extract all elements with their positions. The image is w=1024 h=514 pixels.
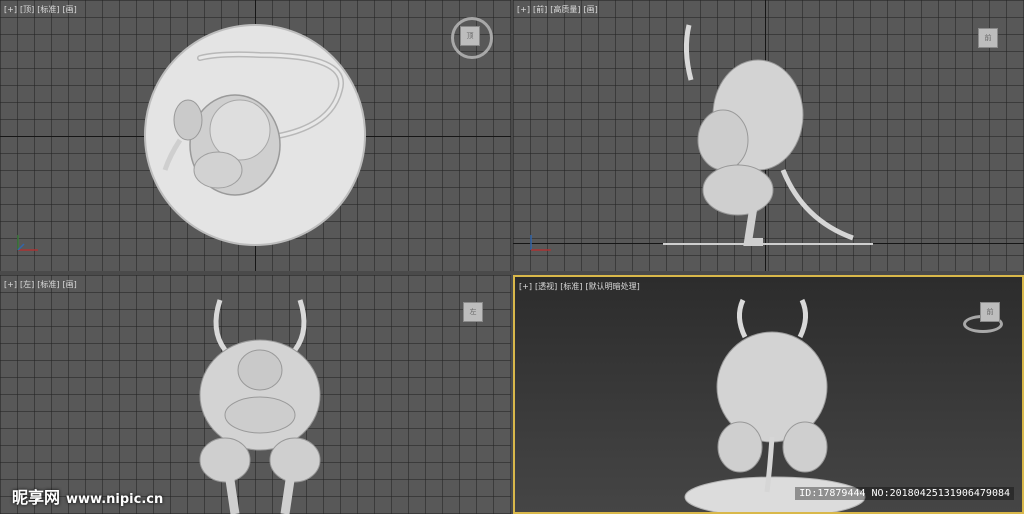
viewcube-icon[interactable]: 前 xyxy=(980,302,1000,322)
viewport-shading[interactable]: [默认明暗处理] xyxy=(585,282,639,291)
viewcube-label: 前 xyxy=(984,34,992,42)
viewport-menu-plus[interactable]: [+] xyxy=(4,5,17,14)
viewport-view-name[interactable]: [顶] xyxy=(20,5,34,14)
viewport-shading[interactable]: [画] xyxy=(62,280,76,289)
viewport-mode[interactable]: [高质量] xyxy=(550,5,580,14)
viewcube-icon[interactable]: 前 xyxy=(978,28,998,48)
model-front-view xyxy=(663,24,873,246)
viewport-mode[interactable]: [标准] xyxy=(37,280,59,289)
viewport-left-label[interactable]: [+] [左] [标准] [画] xyxy=(4,279,80,290)
viewport-mode[interactable]: [标准] xyxy=(560,282,582,291)
viewport-shading[interactable]: [画] xyxy=(62,5,76,14)
watermark-brand: 昵享网 xyxy=(12,488,61,507)
viewport-front[interactable]: [+] [前] [高质量] [画] 前 xyxy=(513,0,1024,271)
model-left-view xyxy=(199,299,321,514)
axis-triad-icon xyxy=(17,235,38,251)
watermark: 昵享网 www.nipic.cn xyxy=(12,484,163,508)
viewport-view-name[interactable]: [左] xyxy=(20,280,34,289)
viewport-shading[interactable]: [画] xyxy=(583,5,597,14)
viewport-front-label[interactable]: [+] [前] [高质量] [画] xyxy=(517,4,601,15)
viewcube-label: 左 xyxy=(469,308,477,316)
viewport-top[interactable]: [+] [顶] [标准] [画] 顶 xyxy=(0,0,511,271)
model-perspective-view xyxy=(684,298,866,512)
watermark-url: www.nipic.cn xyxy=(66,492,164,507)
viewport-perspective[interactable]: [+] [透视] [标准] [默认明暗处理] 前 ID:17879444 NO:201… xyxy=(513,275,1024,514)
viewcube-icon[interactable]: 左 xyxy=(463,302,483,322)
image-id-stamp: ID:17879444 NO:20180425131906479084 xyxy=(795,487,1014,500)
viewcube-icon[interactable]: 顶 xyxy=(460,26,480,46)
viewport-top-label[interactable]: [+] [顶] [标准] [画] xyxy=(4,4,80,15)
viewport-mode[interactable]: [标准] xyxy=(37,5,59,14)
viewport-view-name[interactable]: [透视] xyxy=(535,282,557,291)
viewport-left[interactable]: [+] [左] [标准] [画] 左 昵享网 www.nipic.cn xyxy=(0,275,511,514)
axis-triad-icon xyxy=(530,235,551,251)
model-top-view xyxy=(144,24,366,246)
viewcube-label: 前 xyxy=(986,308,994,316)
viewport-menu-plus[interactable]: [+] xyxy=(4,280,17,289)
viewport-menu-plus[interactable]: [+] xyxy=(517,5,530,14)
viewport-view-name[interactable]: [前] xyxy=(533,5,547,14)
viewcube-label: 顶 xyxy=(466,32,474,40)
viewport-menu-plus[interactable]: [+] xyxy=(519,282,532,291)
viewport-persp-label[interactable]: [+] [透视] [标准] [默认明暗处理] xyxy=(519,281,643,292)
